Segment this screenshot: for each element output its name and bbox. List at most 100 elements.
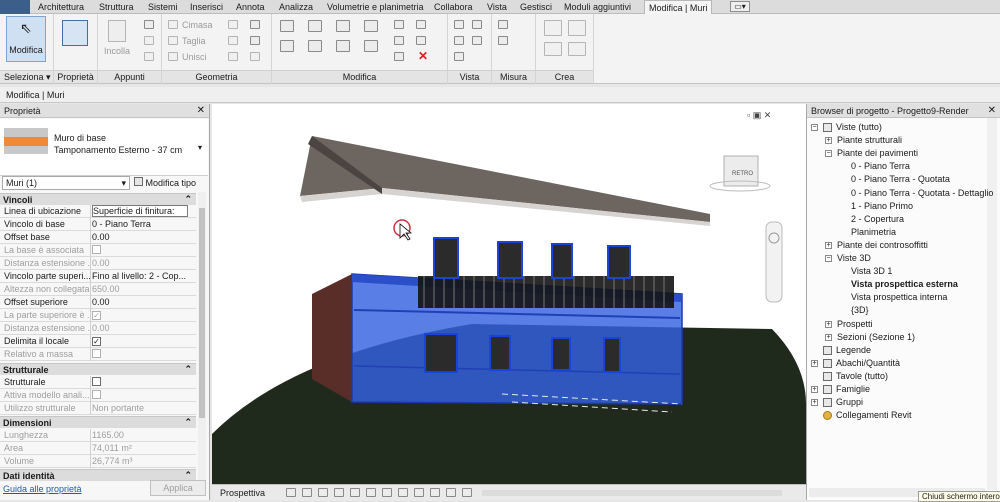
expand-icon[interactable]: + bbox=[811, 386, 818, 393]
collapse-icon[interactable]: − bbox=[825, 255, 832, 262]
property-row[interactable]: Vincolo di base 0 - Piano Terra bbox=[0, 218, 196, 231]
property-row[interactable]: Altezza non collegata 650.00 bbox=[0, 283, 196, 296]
geometry-tool-2-icon[interactable] bbox=[228, 36, 238, 45]
property-row[interactable]: Linea di ubicazione Superficie di finitur… bbox=[0, 205, 196, 218]
app-menu-button[interactable] bbox=[0, 0, 30, 14]
property-row[interactable]: La parte superiore è ... ✓ bbox=[0, 309, 196, 322]
property-row[interactable]: Attiva modello anali... bbox=[0, 389, 196, 402]
property-value[interactable]: Superficie di finitura: bbox=[92, 205, 188, 217]
property-row[interactable]: Offset superiore 0.00 bbox=[0, 296, 196, 309]
sun-path-icon[interactable] bbox=[318, 488, 328, 497]
measure-icon[interactable] bbox=[498, 20, 508, 29]
browser-tree-item[interactable]: Sezioni (Sezione 1) bbox=[837, 332, 915, 342]
browser-tree-item[interactable]: Piante dei controsoffitti bbox=[837, 240, 928, 250]
tab-inserisci[interactable]: Inserisci bbox=[190, 2, 223, 12]
seleziona-dropdown[interactable]: Seleziona ▾ bbox=[0, 70, 53, 83]
collapse-icon[interactable]: − bbox=[811, 124, 818, 131]
view-tool-icon[interactable] bbox=[454, 52, 464, 61]
3d-viewport[interactable]: RETRO ▫ ▣ ✕ bbox=[212, 104, 806, 484]
checkbox[interactable] bbox=[92, 390, 101, 399]
edit-type-button[interactable]: Modifica tipo bbox=[134, 177, 196, 188]
property-row[interactable]: Volume 26,774 m³ bbox=[0, 455, 196, 468]
property-row[interactable]: Lunghezza 1165.00 bbox=[0, 429, 196, 442]
highlight-displacement-icon[interactable] bbox=[462, 488, 472, 497]
geometry-tool-6-icon[interactable] bbox=[250, 52, 260, 61]
property-checkbox[interactable] bbox=[92, 390, 188, 401]
dimension-icon[interactable] bbox=[498, 36, 508, 45]
tab-volumetrie[interactable]: Volumetrie e planimetria bbox=[327, 2, 424, 12]
browser-tree-item[interactable]: Viste 3D bbox=[837, 253, 871, 263]
crop-view-icon[interactable] bbox=[366, 488, 376, 497]
analytical-model-icon[interactable] bbox=[446, 488, 456, 497]
ribbon-options-icon[interactable]: ▭▾ bbox=[730, 1, 750, 12]
property-row[interactable]: Delimita il locale ✓ bbox=[0, 335, 196, 348]
scale-icon[interactable] bbox=[394, 52, 404, 61]
expand-icon[interactable]: + bbox=[825, 333, 832, 341]
tab-sistemi[interactable]: Sistemi bbox=[148, 2, 178, 12]
trim-icon[interactable] bbox=[364, 40, 378, 52]
browser-tree-item[interactable]: 0 - Piano Terra - Quotata bbox=[851, 174, 950, 184]
browser-tree-item[interactable]: 2 - Copertura bbox=[851, 214, 904, 224]
browser-tree-item[interactable]: 1 - Piano Primo bbox=[851, 201, 913, 211]
geometry-tool-4-icon[interactable] bbox=[250, 20, 260, 29]
property-value[interactable]: 0 - Piano Terra bbox=[92, 219, 188, 229]
shadows-icon[interactable] bbox=[334, 488, 344, 497]
move-icon[interactable] bbox=[280, 40, 294, 52]
browser-tree-item[interactable]: 0 - Piano Terra - Quotata - Dettaglio bbox=[851, 188, 993, 198]
tab-moduli-aggiuntivi[interactable]: Moduli aggiuntivi bbox=[564, 2, 631, 12]
property-row[interactable]: Vincolo parte superi... Fino al livello: … bbox=[0, 270, 196, 283]
rotate-icon[interactable] bbox=[336, 40, 350, 52]
temporary-hide-icon[interactable] bbox=[398, 488, 408, 497]
browser-tree-item[interactable]: Vista prospettica esterna bbox=[851, 279, 958, 289]
properties-help-link[interactable]: Guida alle proprietà bbox=[3, 484, 82, 494]
browser-tree-item[interactable]: Planimetria bbox=[851, 227, 896, 237]
close-icon[interactable]: ✕ bbox=[197, 105, 205, 116]
section-vincoli[interactable]: Vincoli ⌃ bbox=[0, 193, 196, 205]
render-icon[interactable] bbox=[350, 488, 360, 497]
checkbox[interactable]: ✓ bbox=[92, 311, 101, 320]
cut-icon[interactable] bbox=[144, 20, 154, 29]
browser-tree-item[interactable]: Vista 3D 1 bbox=[851, 266, 892, 276]
geometry-tool-1-icon[interactable] bbox=[228, 20, 238, 29]
navigation-bar[interactable] bbox=[766, 222, 782, 302]
expand-icon[interactable]: + bbox=[825, 320, 832, 328]
mirror-pick-axis-icon[interactable] bbox=[336, 20, 350, 32]
type-selector[interactable]: Muro di base Tamponamento Esterno - 37 c… bbox=[0, 119, 208, 176]
section-dimensioni[interactable]: Dimensioni ⌃ bbox=[0, 416, 196, 428]
browser-tree-item[interactable]: Vista prospettica interna bbox=[851, 292, 947, 302]
reveal-hidden-icon[interactable] bbox=[414, 488, 424, 497]
tab-modifica-muri[interactable]: Modifica | Muri bbox=[644, 0, 713, 14]
property-checkbox[interactable] bbox=[92, 377, 188, 388]
create-parts-icon[interactable] bbox=[568, 20, 586, 36]
properties-icon[interactable] bbox=[62, 20, 88, 46]
checkbox[interactable] bbox=[92, 245, 101, 254]
browser-tree-item[interactable]: {3D} bbox=[851, 305, 869, 315]
lock-3d-view-icon[interactable] bbox=[430, 488, 440, 497]
browser-tree-item[interactable]: Legende bbox=[836, 345, 871, 355]
viewcube[interactable] bbox=[724, 156, 758, 186]
unpin-icon[interactable] bbox=[416, 36, 426, 45]
property-value[interactable]: 0.00 bbox=[92, 232, 188, 242]
expand-icon[interactable]: + bbox=[811, 399, 818, 407]
property-row[interactable]: Utilizzo strutturale Non portante bbox=[0, 402, 196, 415]
tab-gestisci[interactable]: Gestisci bbox=[520, 2, 552, 12]
property-row[interactable]: Relativo a massa bbox=[0, 348, 196, 361]
geometry-tool-3-icon[interactable] bbox=[228, 52, 238, 61]
viewport-horizontal-scrollbar[interactable] bbox=[482, 490, 782, 496]
detail-level-icon[interactable] bbox=[286, 488, 296, 497]
tab-vista[interactable]: Vista bbox=[487, 2, 507, 12]
checkbox[interactable] bbox=[92, 377, 101, 386]
property-row[interactable]: Area 74,011 m² bbox=[0, 442, 196, 455]
browser-tree-item[interactable]: Famiglie bbox=[836, 384, 870, 394]
hide-in-view-icon[interactable] bbox=[454, 20, 464, 29]
browser-tree-item[interactable]: Gruppi bbox=[836, 397, 863, 407]
property-row[interactable]: Distanza estensione ... 0.00 bbox=[0, 322, 196, 335]
align-icon[interactable] bbox=[280, 20, 294, 32]
property-value[interactable]: 0.00 bbox=[92, 297, 188, 307]
tab-annota[interactable]: Annota bbox=[236, 2, 265, 12]
property-value[interactable]: Fino al livello: 2 - Cop... bbox=[92, 271, 188, 281]
browser-tree-item[interactable]: Piante strutturali bbox=[837, 135, 902, 145]
tab-collabora[interactable]: Collabora bbox=[434, 2, 473, 12]
create-similar-icon[interactable] bbox=[568, 42, 586, 56]
browser-tree-item[interactable]: Collegamenti Revit bbox=[836, 410, 912, 420]
